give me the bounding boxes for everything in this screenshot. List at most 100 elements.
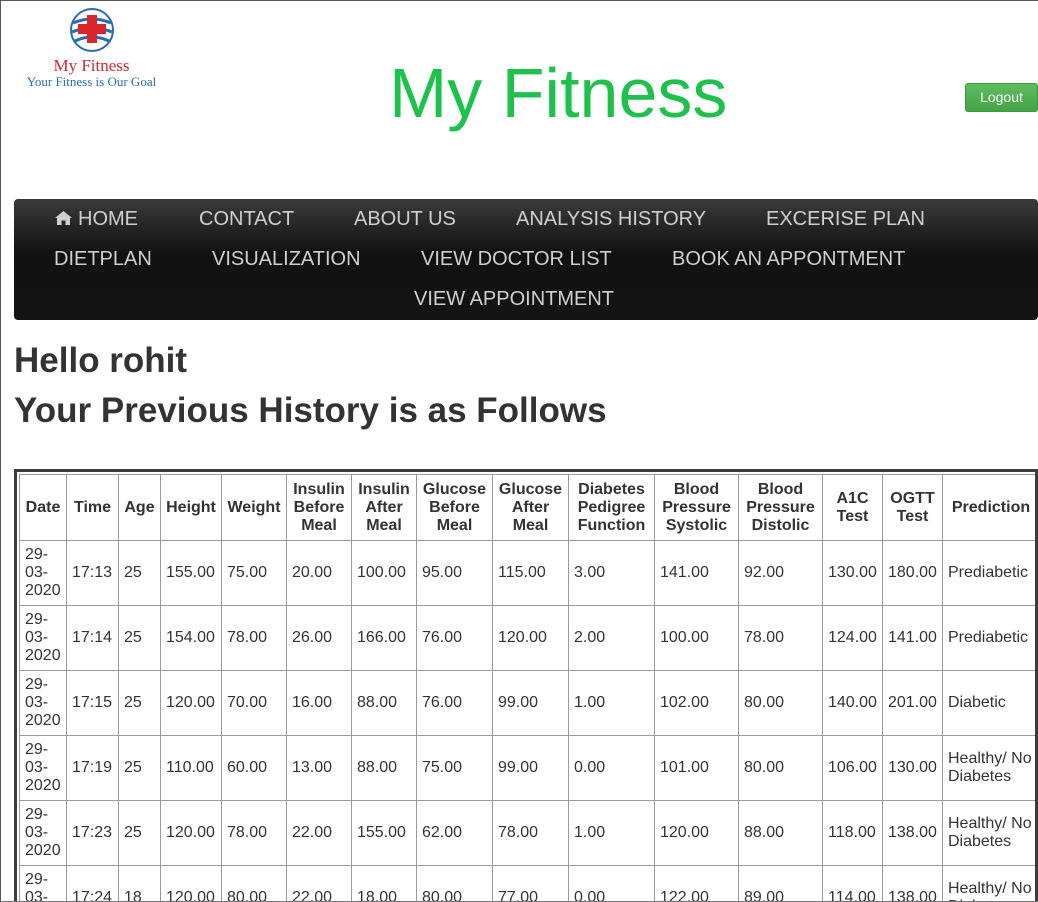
nav-item-visualization[interactable]: VISUALIZATION — [212, 247, 361, 271]
table-cell: Prediabetic — [942, 605, 1035, 671]
table-cell: 118.00 — [822, 800, 883, 866]
table-cell: 0.00 — [568, 735, 655, 801]
column-header: Blood Pressure Systolic — [654, 474, 739, 541]
table-cell: 99.00 — [492, 735, 569, 801]
nav-item-analysis-history[interactable]: ANALYSIS HISTORY — [516, 207, 706, 231]
column-header: Time — [66, 474, 119, 541]
table-cell: 120.00 — [160, 800, 222, 866]
column-header: Weight — [221, 474, 287, 541]
table-cell: 154.00 — [160, 605, 222, 671]
table-cell: 114.00 — [822, 865, 883, 901]
table-cell: 17:23 — [66, 800, 119, 866]
logo-name: My Fitness — [53, 56, 130, 75]
table-cell: 138.00 — [882, 800, 943, 866]
logo-globe-icon — [69, 8, 114, 52]
table-cell: 99.00 — [492, 670, 569, 736]
table-cell: 29-03-2020 — [19, 735, 67, 801]
table-cell: 29-03-2020 — [19, 865, 67, 901]
table-cell: 2.00 — [568, 605, 655, 671]
greeting: Hello rohit — [14, 341, 188, 380]
table-cell: 138.00 — [882, 865, 943, 901]
table-cell: 201.00 — [882, 670, 943, 736]
table-cell: 88.00 — [351, 735, 417, 801]
nav-item-book-appointment[interactable]: BOOK AN APPONTMENT — [672, 247, 905, 271]
table-cell: 88.00 — [351, 670, 417, 736]
nav-item-dietplan[interactable]: DIETPLAN — [54, 247, 152, 271]
table-cell: 110.00 — [160, 735, 222, 801]
table-cell: 78.00 — [221, 605, 287, 671]
table-cell: 78.00 — [492, 800, 569, 866]
column-header: Prediction — [942, 474, 1035, 541]
table-cell: 76.00 — [416, 605, 493, 671]
table-cell: 78.00 — [221, 800, 287, 866]
table-cell: 22.00 — [286, 800, 352, 866]
table-row: 29-03-202017:2418120.0080.0022.0018.0080… — [19, 865, 1035, 901]
table-cell: 130.00 — [822, 540, 883, 606]
table-cell: 62.00 — [416, 800, 493, 866]
table-cell: 29-03-2020 — [19, 605, 67, 671]
table-cell: 17:13 — [66, 540, 119, 606]
table-cell: 25 — [118, 605, 161, 671]
nav-item-view-appointment[interactable]: VIEW APPOINTMENT — [414, 287, 614, 311]
table-cell: 70.00 — [221, 670, 287, 736]
table-header-row: Date Time Age Height Weight Insulin Before Me… — [19, 474, 1035, 541]
table-cell: 89.00 — [738, 865, 823, 901]
table-cell: 17:14 — [66, 605, 119, 671]
table-cell: 120.00 — [654, 800, 739, 866]
table-cell: 166.00 — [351, 605, 417, 671]
table-cell: 120.00 — [160, 670, 222, 736]
table-cell: 106.00 — [822, 735, 883, 801]
table-row: 29-03-2020 17:15 25 120.00 70.00 16.00 88.00 76… — [19, 670, 1035, 736]
column-header: Diabetes Pedigree Function — [568, 474, 655, 541]
site-title: My Fitness — [389, 54, 728, 132]
table-cell: 77.00 — [492, 865, 569, 901]
column-header: Blood Pressure Distolic — [738, 474, 823, 541]
table-cell: 80.00 — [416, 865, 493, 901]
home-icon — [55, 211, 72, 225]
table-cell: 0.00 — [568, 865, 655, 901]
logout-button[interactable]: Logout — [965, 83, 1038, 112]
table-cell: 141.00 — [882, 605, 943, 671]
nav-item-contact[interactable]: CONTACT — [199, 207, 294, 231]
main-navbar: HOME CONTACT ABOUT US ANALYSIS HISTORY E… — [14, 199, 1038, 320]
table-cell: 80.00 — [221, 865, 287, 901]
table-cell: 17:19 — [66, 735, 119, 801]
table-cell: 120.00 — [160, 865, 222, 901]
table-cell: 16.00 — [286, 670, 352, 736]
table-cell: 141.00 — [654, 540, 739, 606]
table-cell: 100.00 — [654, 605, 739, 671]
table-cell: 18.00 — [351, 865, 417, 901]
logo-tagline: Your Fitness is Our Goal — [26, 74, 157, 89]
page: My Fitness Your Fitness is Our Goal My F… — [0, 0, 1038, 902]
nav-item-view-doctor-list[interactable]: VIEW DOCTOR LIST — [421, 247, 612, 271]
nav-item-exercise-plan[interactable]: EXCERISE PLAN — [766, 207, 925, 231]
nav-item-label: HOME — [78, 208, 138, 230]
table-cell: 18 — [118, 865, 161, 901]
history-table: Date Time Age Height Weight Insulin Before Me… — [19, 474, 1035, 901]
table-cell: 155.00 — [351, 800, 417, 866]
table-cell: 75.00 — [221, 540, 287, 606]
table-cell: 140.00 — [822, 670, 883, 736]
table-cell: 60.00 — [221, 735, 287, 801]
table-cell: Healthy/ No Diabetes — [942, 865, 1035, 901]
table-cell: 1.00 — [568, 800, 655, 866]
column-header: Glucose After Meal — [492, 474, 569, 541]
column-header: Insulin After Meal — [351, 474, 417, 541]
table-cell: 101.00 — [654, 735, 739, 801]
site-logo[interactable]: My Fitness Your Fitness is Our Goal — [19, 7, 164, 97]
table-cell: Healthy/ No Diabetes — [942, 735, 1035, 801]
history-heading: Your Previous History is as Follows — [14, 391, 607, 430]
nav-item-home[interactable]: HOME — [54, 207, 138, 231]
table-cell: 29-03-2020 — [19, 670, 67, 736]
table-cell: 130.00 — [882, 735, 943, 801]
table-cell: 22.00 — [286, 865, 352, 901]
nav-item-about-us[interactable]: ABOUT US — [354, 207, 456, 231]
column-header: Age — [118, 474, 161, 541]
table-cell: 124.00 — [822, 605, 883, 671]
table-cell: 13.00 — [286, 735, 352, 801]
column-header: A1C Test — [822, 474, 883, 541]
table-cell: Diabetic — [942, 670, 1035, 736]
column-header: OGTT Test — [882, 474, 943, 541]
table-cell: 180.00 — [882, 540, 943, 606]
table-cell: 1.00 — [568, 670, 655, 736]
